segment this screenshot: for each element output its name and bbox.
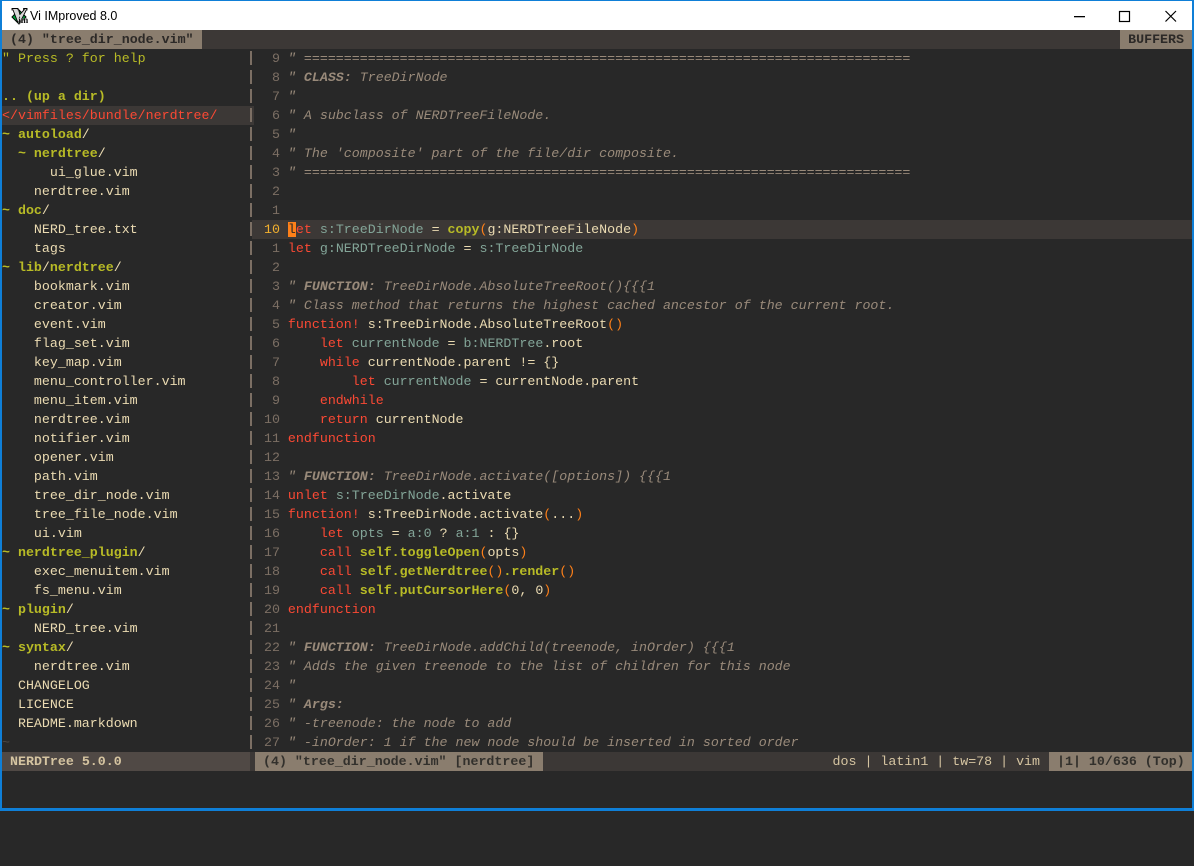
svg-text:im: im: [18, 15, 28, 25]
